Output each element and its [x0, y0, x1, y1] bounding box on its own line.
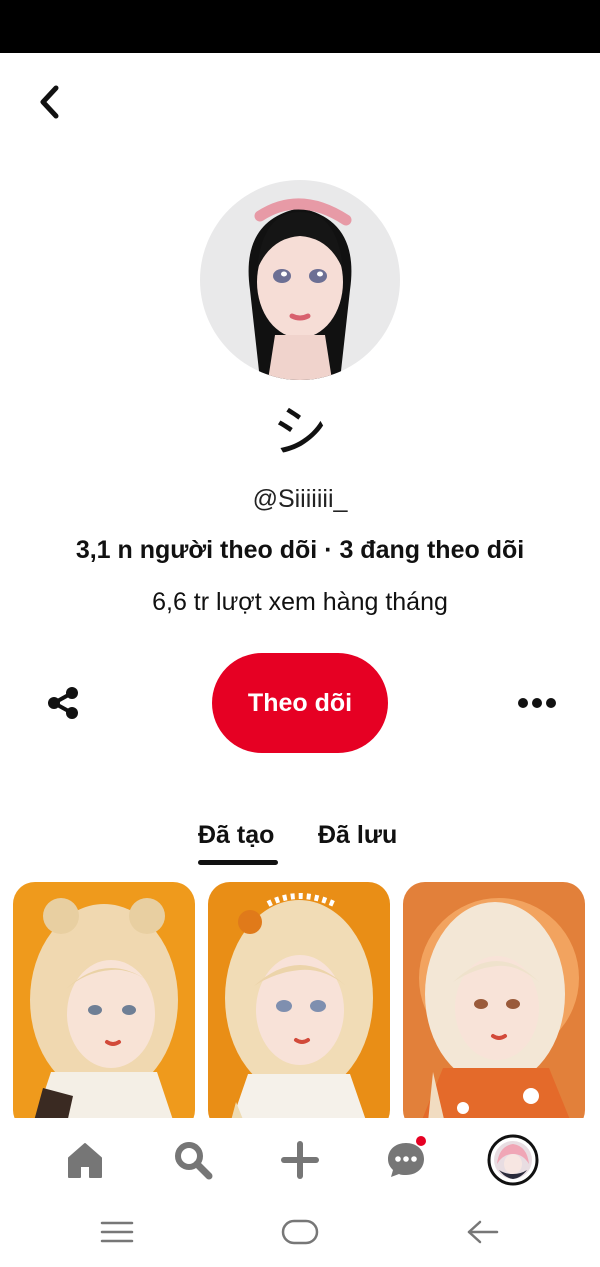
more-options-button[interactable] — [512, 682, 562, 724]
tab-saved[interactable]: Đã lưu — [318, 815, 397, 855]
system-back-button[interactable] — [461, 1212, 505, 1252]
notification-dot — [416, 1136, 426, 1146]
username: @Siiiiiii_ — [252, 485, 348, 513]
follow-button[interactable]: Theo dõi — [212, 653, 388, 753]
nav-create[interactable] — [274, 1134, 326, 1186]
nav-messages[interactable] — [380, 1134, 432, 1186]
pin-card[interactable] — [403, 882, 585, 1118]
menu-lines-icon — [100, 1221, 134, 1243]
profile-tabs: Đã tạo Đã lưu — [0, 815, 600, 865]
pin-grid — [0, 882, 600, 1118]
home-icon — [68, 1143, 102, 1178]
nav-home[interactable] — [59, 1134, 111, 1186]
nav-profile[interactable] — [487, 1134, 539, 1186]
status-bar — [0, 0, 600, 53]
monthly-views: 6,6 tr lượt xem hàng tháng — [152, 588, 448, 616]
plus-icon — [281, 1141, 319, 1179]
profile-avatar — [200, 180, 400, 380]
nav-search[interactable] — [167, 1134, 219, 1186]
back-button[interactable] — [28, 80, 72, 124]
bottom-navigation — [0, 1118, 600, 1200]
share-icon — [48, 687, 78, 719]
pin-card[interactable] — [13, 882, 195, 1118]
pin-card[interactable] — [208, 882, 390, 1118]
active-tab-indicator — [198, 860, 278, 865]
system-navigation-bar — [0, 1200, 600, 1267]
recent-apps-button[interactable] — [95, 1212, 139, 1252]
rounded-rect-icon — [281, 1219, 319, 1245]
system-home-button[interactable] — [278, 1212, 322, 1252]
profile-avatar-icon — [487, 1134, 539, 1186]
more-horizontal-icon — [518, 698, 556, 708]
display-name: シ — [272, 400, 328, 465]
share-button[interactable] — [40, 680, 86, 726]
chevron-left-icon — [40, 85, 59, 119]
arrow-left-icon — [467, 1220, 499, 1244]
search-icon — [175, 1142, 213, 1180]
chat-bubble-icon — [388, 1143, 424, 1177]
tab-created[interactable]: Đã tạo — [198, 815, 274, 855]
follower-stats[interactable]: 3,1 n người theo dõi · 3 đang theo dõi — [0, 532, 600, 568]
